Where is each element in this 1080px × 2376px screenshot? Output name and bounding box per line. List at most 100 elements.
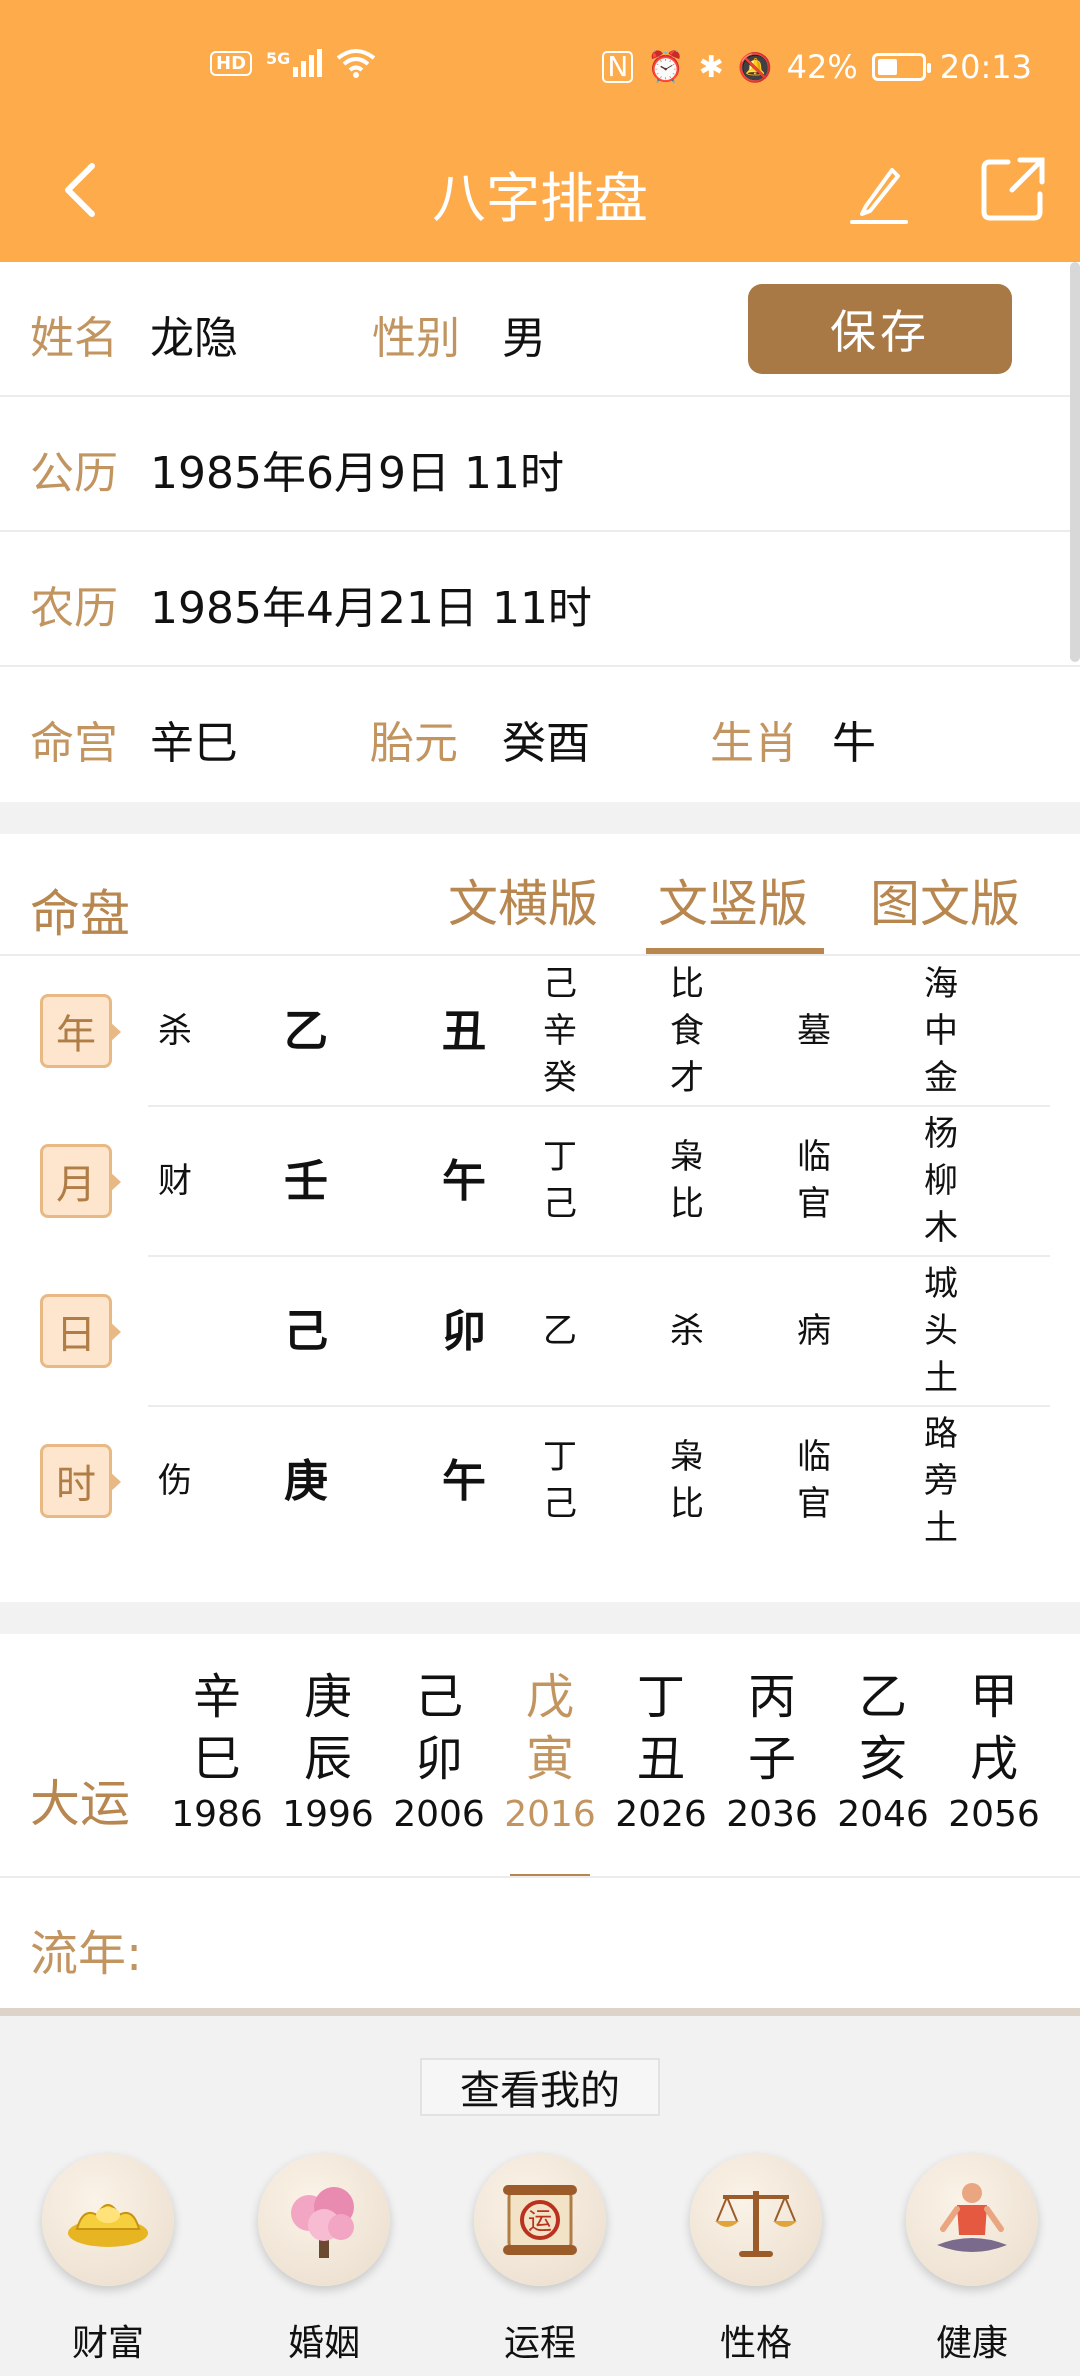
battery-icon: [871, 53, 931, 81]
pillar-shishen: 杀: [158, 1010, 192, 1051]
page-title: 八字排盘: [432, 167, 648, 230]
profile-section: 姓名 龙隐 性别 男 保存 公历 1985年6月9日 11时 农历 1985年4…: [0, 262, 1080, 802]
gold-ingot-icon: [42, 2154, 174, 2286]
tab-graphic[interactable]: 图文版: [870, 864, 1020, 936]
pillar-tag[interactable]: 年: [40, 994, 121, 1068]
pillar-tag[interactable]: 月: [40, 1144, 121, 1218]
dayun-item[interactable]: 丙子 2036: [717, 1666, 827, 1840]
signal-icon: 5G: [266, 49, 323, 77]
dayun-gan: 辛: [192, 1669, 241, 1725]
nayin-char: 金: [924, 1057, 958, 1098]
dayun-year: 2046: [837, 1794, 929, 1835]
state-char: 墓: [797, 1010, 831, 1051]
dayun-gan: 戊: [525, 1669, 574, 1725]
pillar-cangshen: 杀: [647, 1308, 727, 1355]
pillar-row-divider: [148, 1405, 1050, 1407]
mute-icon: 🔕: [737, 50, 773, 84]
pillar-zhi: 午: [442, 1455, 486, 1507]
pillar-cangshen: 枭比: [647, 1134, 727, 1228]
tab-vertical[interactable]: 文竖版: [658, 864, 808, 936]
pillar-gan: 己: [284, 1305, 328, 1357]
dayun-item[interactable]: 戊寅 2016: [495, 1666, 605, 1840]
nayin-char: 中: [924, 1010, 958, 1051]
nayin-char: 土: [924, 1507, 958, 1548]
gender-label: 性别: [372, 313, 460, 364]
state-char: 病: [797, 1310, 831, 1351]
pillar-zhi: 午: [442, 1155, 486, 1207]
dayun-item[interactable]: 庚辰 1996: [273, 1666, 383, 1840]
cangshen-char: 比: [670, 963, 704, 1004]
state-char: 临: [797, 1137, 831, 1177]
solar-value: 1985年6月9日 11时: [150, 448, 564, 499]
dayun-zhi: 巳: [192, 1731, 241, 1787]
view-mine-title: 查看我的: [420, 2058, 660, 2116]
shortcut-meditation[interactable]: 健康: [902, 2154, 1042, 2366]
pillar-tag[interactable]: 时: [40, 1444, 121, 1518]
nayin-char: 旁: [924, 1460, 958, 1501]
save-button[interactable]: 保存: [748, 284, 1012, 374]
dayun-zhi: 戌: [969, 1731, 1018, 1787]
cangshen-char: 才: [670, 1057, 704, 1098]
canggan-char: 丁: [543, 1437, 577, 1477]
pillar-shishen: 财: [158, 1160, 192, 1201]
tab-horizontal[interactable]: 文横版: [448, 864, 598, 936]
minggong-label: 命宫: [30, 718, 118, 769]
shortcut-label: 财富: [71, 2323, 144, 2364]
pencil-icon: [850, 168, 908, 224]
state-char: 官: [797, 1484, 831, 1524]
dayun-year: 2036: [726, 1794, 818, 1835]
svg-text:运: 运: [528, 2207, 552, 2235]
edit-button[interactable]: [848, 154, 912, 226]
dayun-label: 大运: [30, 1775, 130, 1833]
taiyuan-value: 癸酉: [502, 718, 590, 769]
dayun-item[interactable]: 乙亥 2046: [828, 1666, 938, 1840]
shortcut-label: 健康: [935, 2323, 1008, 2364]
pillar-row-divider: [148, 1255, 1050, 1257]
nayin-char: 土: [924, 1357, 958, 1398]
dayun-gan: 甲: [969, 1669, 1018, 1725]
pillar-zhi: 丑: [442, 1005, 486, 1057]
lunar-date-row[interactable]: 农历 1985年4月21日 11时: [0, 532, 1080, 667]
nayin-char: 柳: [924, 1160, 958, 1201]
share-button[interactable]: [978, 154, 1048, 224]
canggan-char: 己: [543, 1184, 577, 1224]
dayun-year: 2016: [504, 1794, 596, 1835]
scrollbar[interactable]: [1070, 262, 1080, 662]
dayun-zhi: 辰: [303, 1731, 352, 1787]
shortcut-blossom-tree[interactable]: 婚姻: [254, 2154, 394, 2366]
dayun-zhi: 亥: [858, 1731, 907, 1787]
state-char: 官: [797, 1184, 831, 1224]
pillar-state: 病: [774, 1308, 854, 1355]
pillar-shishen: 伤: [158, 1460, 192, 1501]
canggan-char: 癸: [543, 1057, 577, 1098]
shortcut-label: 婚姻: [287, 2323, 360, 2364]
chart-section: 命盘 文横版 文竖版 图文版 年杀乙丑己辛癸比食才墓海中金月财壬午丁己枭比临官杨…: [0, 834, 1080, 1602]
dayun-zhi: 寅: [525, 1731, 574, 1787]
nfc-icon: N: [602, 51, 634, 83]
blossom-tree-icon: [258, 2154, 390, 2286]
dayun-item[interactable]: 甲戌 2056: [939, 1666, 1049, 1840]
dayun-item[interactable]: 丁丑 2026: [606, 1666, 716, 1840]
shortcut-balance-scale[interactable]: 性格: [686, 2154, 826, 2366]
dayun-year: 2056: [948, 1794, 1040, 1835]
gender-value: 男: [502, 313, 546, 364]
pillar-zhi: 卯: [442, 1305, 486, 1357]
solar-date-row[interactable]: 公历 1985年6月9日 11时: [0, 397, 1080, 532]
nayin-char: 海: [924, 963, 958, 1004]
pillar-cangshen: 枭比: [647, 1434, 727, 1528]
nayin-char: 杨: [924, 1113, 958, 1154]
pillar-canggan: 丁己: [520, 1434, 600, 1528]
canggan-char: 己: [543, 1484, 577, 1524]
pillar-gan: 壬: [284, 1155, 328, 1207]
name-row: 姓名 龙隐 性别 男 保存: [0, 262, 1080, 397]
dayun-item[interactable]: 辛巳 1986: [162, 1666, 272, 1840]
network-type: 5G: [266, 49, 291, 68]
pillar-nayin: 海中金: [901, 961, 981, 1102]
name-value: 龙隐: [150, 313, 238, 364]
pillar-tag[interactable]: 日: [40, 1294, 121, 1368]
shortcut-label: 运程: [503, 2323, 576, 2364]
shortcut-fortune-scroll[interactable]: 运运程: [470, 2154, 610, 2366]
dayun-item[interactable]: 己卯 2006: [384, 1666, 494, 1840]
cangshen-char: 比: [670, 1184, 704, 1224]
shortcut-gold-ingot[interactable]: 财富: [38, 2154, 178, 2366]
